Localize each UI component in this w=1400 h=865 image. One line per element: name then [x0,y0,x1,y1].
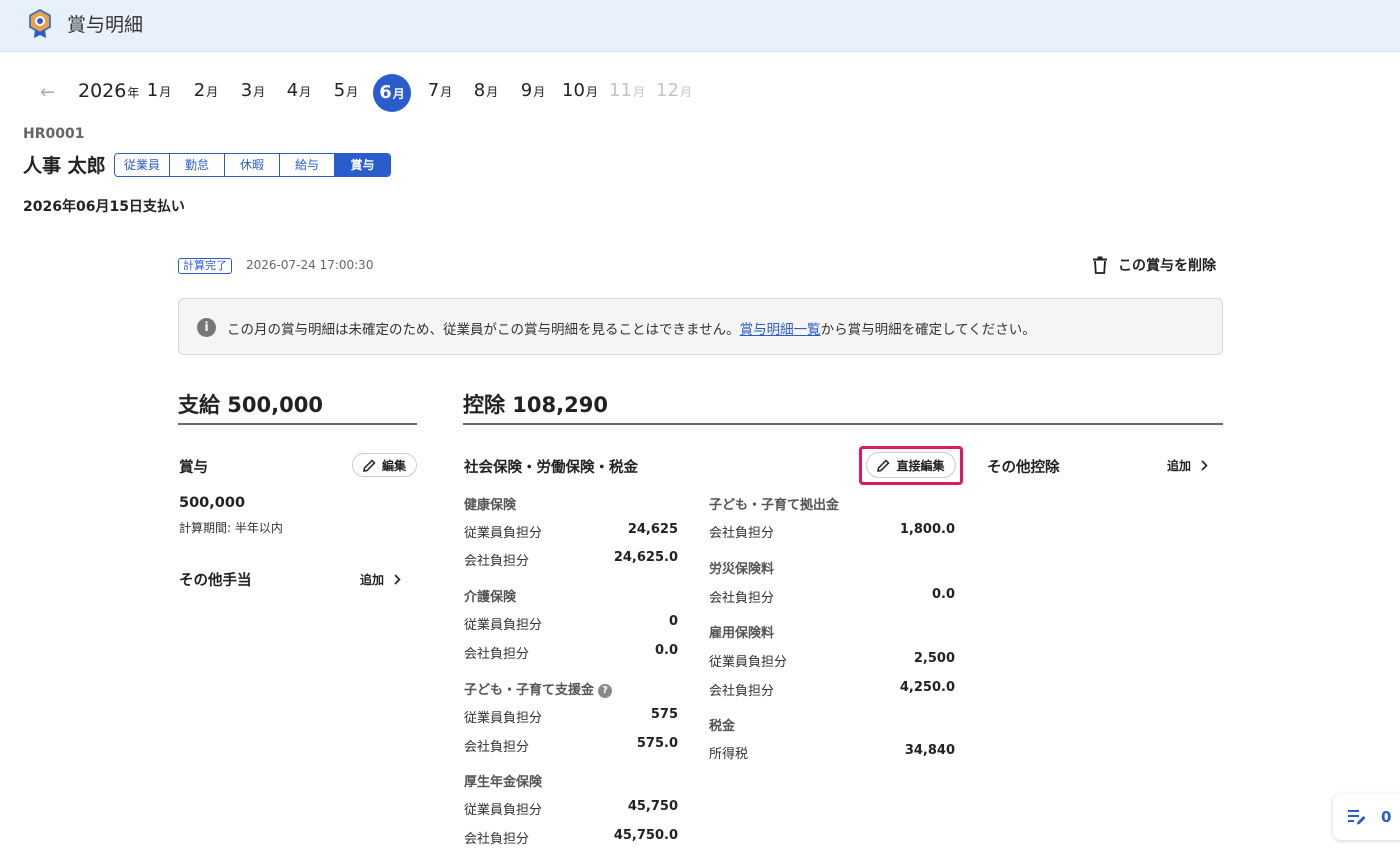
calc-period-note: 計算期間: 半年以内 [179,521,283,535]
employment-company-value: 4,250.0 [899,680,955,695]
income-tax-label: 所得税 [709,747,749,762]
payment-heading: 支給 500,000 [178,389,417,425]
pension-company-value: 45,750.0 [613,828,678,843]
care-employee-label: 従業員負担分 [464,618,543,633]
month-8[interactable]: 8月 [463,80,509,101]
edit-bonus-button[interactable]: 編集 [352,453,417,477]
employment-employee-label: 従業員負担分 [709,655,788,670]
health-insurance-title: 健康保険 [464,498,517,513]
memo-count: 0 [1381,808,1392,826]
direct-edit-button[interactable]: 直接編集 [866,452,956,478]
edit-list-icon [1348,810,1366,825]
child-support-company-label: 会社負担分 [464,740,530,755]
tab-attendance[interactable]: 勤怠 [170,154,225,176]
month-7[interactable]: 7月 [417,80,463,101]
tab-leave[interactable]: 休暇 [225,154,280,176]
unconfirmed-notice: i この月の賞与明細は未確定のため、従業員がこの賞与明細を見ることはできません。… [178,298,1223,355]
tab-employee[interactable]: 従業員 [115,154,170,176]
child-support-employee-label: 従業員負担分 [464,711,543,726]
help-icon[interactable]: ? [598,684,613,698]
tax-title: 税金 [709,719,736,734]
info-icon: i [197,318,216,337]
month-1[interactable]: 1月 [136,80,182,101]
tab-salary[interactable]: 給与 [280,154,335,176]
memo-counter-button[interactable]: 0 [1333,794,1400,840]
child-contribution-company-label: 会社負担分 [709,526,775,541]
pay-date: 2026年06月15日支払い [23,199,185,215]
bonus-list-link[interactable]: 賞与明細一覧 [740,322,821,338]
month-6-selected[interactable]: 6月 [373,74,411,112]
health-company-label: 会社負担分 [464,554,530,569]
other-allowance-label: その他手当 [179,573,252,589]
child-contribution-company-value: 1,800.0 [899,522,955,537]
month-5[interactable]: 5月 [323,80,369,101]
add-deduction-link[interactable]: 追加 [1167,457,1208,474]
workers-comp-title: 労災保険料 [709,562,775,577]
deduction-heading: 控除 108,290 [463,389,1223,425]
add-allowance-link[interactable]: 追加 [360,571,401,588]
year-label[interactable]: 2026年 [78,80,139,102]
child-support-company-value: 575.0 [636,736,678,751]
pencil-icon [877,458,891,472]
health-employee-label: 従業員負担分 [464,526,543,541]
prev-year-arrow-icon[interactable]: ← [40,82,55,103]
pension-employee-value: 45,750 [627,799,678,814]
employee-tabs: 従業員 勤怠 休暇 給与 賞与 [114,153,391,177]
other-deduction-label: その他控除 [987,460,1060,476]
delete-bonus-label: この賞与を削除 [1118,258,1216,274]
workers-comp-company-label: 会社負担分 [709,591,775,606]
month-9[interactable]: 9月 [510,80,556,101]
month-2[interactable]: 2月 [183,80,229,101]
health-employee-value: 24,625 [627,522,678,537]
tab-bonus[interactable]: 賞与 [335,154,390,176]
pencil-icon [363,458,376,472]
employee-id: HR0001 [23,126,85,142]
chevron-right-icon [394,574,401,585]
page-title: 賞与明細 [67,14,144,36]
bonus-amount: 500,000 [179,495,246,511]
bonus-label: 賞与 [179,460,208,476]
employment-insurance-title: 雇用保険料 [709,626,775,641]
child-support-employee-value: 575 [650,707,678,722]
trash-icon [1093,256,1107,274]
notice-text: この月の賞与明細は未確定のため、従業員がこの賞与明細を見ることはできません。賞与… [227,322,1036,338]
care-company-value: 0.0 [654,643,678,658]
care-company-label: 会社負担分 [464,647,530,662]
health-company-value: 24,625.0 [613,550,678,565]
care-employee-value: 0 [668,614,678,629]
employment-company-label: 会社負担分 [709,684,775,699]
pension-employee-label: 従業員負担分 [464,803,543,818]
employment-employee-value: 2,500 [913,651,955,666]
employee-name: 人事 太郎 [23,155,106,177]
child-support-title: 子ども・子育て支援金? [464,679,613,698]
medal-icon [29,9,51,38]
income-tax-value: 34,840 [904,743,955,758]
delete-bonus-button[interactable]: この賞与を削除 [1092,255,1216,275]
social-insurance-label: 社会保険・労働保険・税金 [464,460,638,476]
pension-title: 厚生年金保険 [464,775,543,790]
workers-comp-company-value: 0.0 [931,587,955,602]
care-insurance-title: 介護保険 [464,590,517,605]
status-timestamp: 2026-07-24 17:00:30 [246,258,374,272]
month-4[interactable]: 4月 [276,80,322,101]
month-11: 11月 [609,80,645,101]
child-contribution-title: 子ども・子育て拠出金 [709,498,840,513]
status-badge: 計算完了 [178,258,232,274]
month-3[interactable]: 3月 [230,80,276,101]
chevron-right-icon [1201,460,1208,471]
month-12: 12月 [656,80,692,101]
pension-company-label: 会社負担分 [464,832,530,847]
month-selector: ← 2026年 1月 2月 3月 4月 5月 6月 7月 8月 9月 10月 1… [40,74,720,112]
month-10[interactable]: 10月 [557,80,603,101]
app-header: 賞与明細 [0,0,1400,52]
